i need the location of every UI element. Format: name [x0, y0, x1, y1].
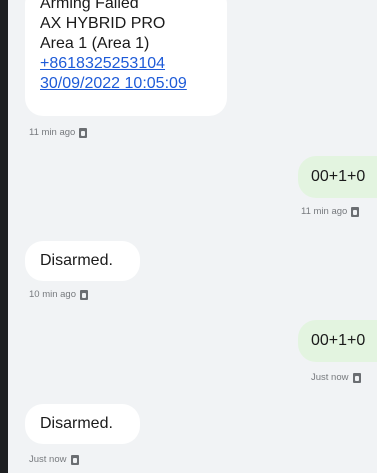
- message-meta: 11 min ago: [29, 127, 88, 138]
- datetime-link[interactable]: 30/09/2022 10:05:09: [40, 74, 213, 94]
- sim-card-icon: [352, 372, 361, 383]
- message-meta: 10 min ago: [29, 289, 89, 300]
- message-text: Disarmed.: [40, 252, 113, 269]
- incoming-message-bubble[interactable]: Arming Failed AX HYBRID PRO Area 1 (Area…: [25, 0, 227, 116]
- sim-card-icon: [79, 127, 88, 138]
- sim-card-icon: [351, 206, 360, 217]
- phone-number-link[interactable]: +8618325253104: [40, 54, 213, 74]
- message-time: Just now: [311, 372, 349, 383]
- message-line: AX HYBRID PRO: [40, 15, 166, 32]
- message-text: 00+1+0: [311, 168, 366, 185]
- message-meta: Just now: [29, 454, 79, 465]
- outgoing-message-bubble[interactable]: 00+1+0: [298, 320, 377, 362]
- message-time: 10 min ago: [29, 289, 77, 300]
- message-text: Disarmed.: [40, 415, 113, 432]
- incoming-message-bubble[interactable]: Disarmed.: [25, 241, 140, 281]
- message-thread: Arming Failed AX HYBRID PRO Area 1 (Area…: [8, 0, 377, 473]
- message-text: 00+1+0: [311, 332, 366, 349]
- outgoing-message-bubble[interactable]: 00+1+0: [298, 156, 377, 198]
- message-meta: Just now: [311, 372, 361, 383]
- message-time: Just now: [29, 454, 67, 465]
- message-meta: 11 min ago: [301, 206, 360, 217]
- message-time: 11 min ago: [301, 206, 348, 217]
- sim-card-icon: [80, 289, 89, 300]
- message-line: Arming Failed: [40, 0, 139, 12]
- message-line: Area 1 (Area 1): [40, 35, 150, 52]
- sim-card-icon: [70, 454, 79, 465]
- incoming-message-bubble[interactable]: Disarmed.: [25, 404, 140, 444]
- message-time: 11 min ago: [29, 127, 76, 138]
